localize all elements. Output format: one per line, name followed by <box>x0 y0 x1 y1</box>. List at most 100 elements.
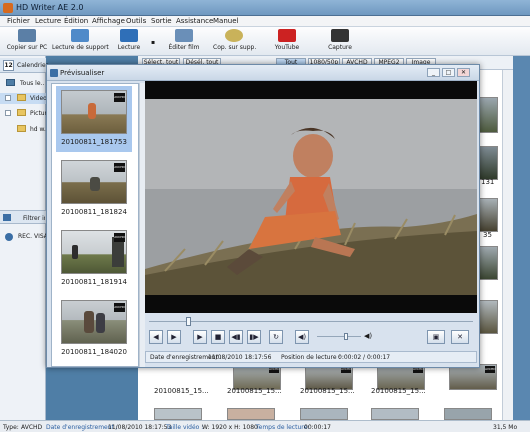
repeat-icon[interactable]: ↻ <box>269 330 283 344</box>
calendar-tab[interactable]: 12 Calendrier <box>0 58 48 73</box>
clip-thumbnail: AVCHD <box>61 230 127 274</box>
rec-visa-item[interactable]: REC. VISA <box>0 231 48 243</box>
menu-playback[interactable]: Lecture <box>35 17 61 25</box>
tree-item-video[interactable]: Video <box>0 93 46 104</box>
clip-item[interactable]: AVCHD 20100811_184020 <box>56 296 132 362</box>
window-title: HD Writer AE 2.0 <box>16 3 84 12</box>
step-back-icon[interactable]: ◀▮ <box>229 330 243 344</box>
menu-tools[interactable]: Outils <box>126 17 146 25</box>
thumbnail[interactable] <box>227 408 275 420</box>
clip-label: 20100811_181753 <box>61 138 127 146</box>
thumbnail[interactable] <box>371 408 419 420</box>
title-bar: HD Writer AE 2.0 <box>0 0 530 16</box>
playback-position-value: 0:00:02 / 0:00:17 <box>338 354 391 361</box>
avchd-badge: AVCHD <box>114 163 125 172</box>
next-icon[interactable]: ▶ <box>167 330 181 344</box>
preview-window: Prévisualiser _ □ ✕ AVCHD 20100811_18175… <box>46 64 480 368</box>
edit-film-button[interactable]: Éditer film <box>165 28 203 55</box>
folder-icon <box>17 125 26 132</box>
clip-item[interactable]: AVCHD 20100811_181753 <box>56 86 132 152</box>
stop-icon[interactable]: ■ <box>211 330 225 344</box>
calendar-icon: 12 <box>3 60 14 71</box>
step-forward-icon[interactable]: ▮▶ <box>247 330 261 344</box>
person-figure <box>72 245 78 259</box>
camera-icon <box>331 29 349 42</box>
volume-slider[interactable] <box>317 333 361 340</box>
avchd-badge: AVCHD <box>485 366 496 373</box>
seek-handle[interactable] <box>185 317 191 326</box>
volume-up-icon[interactable]: ◀) <box>364 332 372 340</box>
avchd-badge: AVCHD <box>114 303 125 312</box>
menu-output[interactable]: Sortie <box>151 17 172 25</box>
thumbnail[interactable] <box>444 408 492 420</box>
volume-handle[interactable] <box>343 333 348 340</box>
thumbnail-caption: 20100815_15... <box>300 387 355 395</box>
main-toolbar: Copier sur PC Lecture de support Lecture… <box>0 27 530 56</box>
clip-thumbnail: AVCHD <box>61 300 127 344</box>
thumbnail-caption: 20100815_15... <box>371 387 426 395</box>
clip-label: 20100811_181914 <box>61 278 127 286</box>
youtube-button[interactable]: YouTube <box>271 28 303 55</box>
tree-item-all[interactable]: Tous le... <box>0 78 46 89</box>
thumbnail-caption: 35 <box>483 231 492 239</box>
seek-track <box>149 321 473 322</box>
preview-clip-list: AVCHD 20100811_181753 AVCHD 20100811_181… <box>51 83 139 367</box>
thumbnail-caption: 20100815_15... <box>227 387 282 395</box>
time-value: 00:00:17 <box>304 424 331 431</box>
clip-thumbnail: AVCHD <box>61 90 127 134</box>
play-button[interactable]: Lecture <box>112 28 146 55</box>
file-size: 31,5 Mo <box>493 424 518 431</box>
grid-scrollbar[interactable] <box>502 70 513 420</box>
tree-item-pictures[interactable]: Pictur... <box>0 108 46 119</box>
playback-controls: ◀ ▶ ▶ ■ ◀▮ ▮▶ ↻ ◀) ◀) ▣ ✕ <box>145 327 477 347</box>
maximize-button[interactable]: □ <box>442 68 455 77</box>
preview-title: Prévisualiser <box>60 69 105 77</box>
preview-icon <box>50 69 58 77</box>
person-figure <box>84 311 94 333</box>
date-value: 11/08/2010 18:17:53 <box>108 424 172 431</box>
preview-info-bar: Date d'enregistrement : 11/08/2010 18:17… <box>145 351 477 363</box>
clip-item[interactable]: AVCHD 20100811_181914 <box>56 226 132 292</box>
clip-thumbnail: AVCHD <box>61 160 127 204</box>
size-label: Taille vidéo : <box>166 424 204 431</box>
thumbnail[interactable] <box>300 408 348 420</box>
minimize-button[interactable]: _ <box>427 68 440 77</box>
seek-bar[interactable] <box>145 317 477 326</box>
youtube-icon <box>278 29 296 42</box>
type-value: AVCHD <box>21 424 43 431</box>
menu-file[interactable]: Fichier <box>7 17 30 25</box>
menu-view[interactable]: Affichage <box>92 17 125 25</box>
folder-icon <box>17 94 26 101</box>
copy-to-media-button[interactable]: Cop. sur supp. <box>213 28 256 55</box>
snapshot-icon[interactable]: ▣ <box>427 330 445 344</box>
copy-to-pc-button[interactable]: Copier sur PC <box>4 28 50 55</box>
thumbnail-caption: 20100815_15... <box>154 387 209 395</box>
collapse-icon <box>3 214 11 221</box>
playback-position-label: Position de lecture : <box>281 354 341 361</box>
menu-edit[interactable]: Édition <box>64 17 88 25</box>
play-icon[interactable]: ▶ <box>193 330 207 344</box>
previous-icon[interactable]: ◀ <box>149 330 163 344</box>
expand-icon[interactable] <box>5 95 11 101</box>
thumbnail[interactable] <box>154 408 202 420</box>
close-player-icon[interactable]: ✕ <box>451 330 469 344</box>
volume-icon[interactable]: ◀) <box>295 330 309 344</box>
window-edge <box>513 56 530 420</box>
app-icon <box>3 3 13 13</box>
dropdown-arrow-icon[interactable]: ▪ <box>151 39 155 46</box>
expand-icon[interactable] <box>5 110 11 116</box>
status-bar: Type: AVCHD Date d'enregistrement : 11/0… <box>0 420 530 432</box>
rec-date-value: 11/08/2010 18:17:56 <box>208 354 272 361</box>
preview-title-bar[interactable]: Prévisualiser _ □ ✕ <box>47 65 479 81</box>
filter-images-header[interactable]: Filtrer imag... <box>0 210 46 224</box>
avchd-badge: AVCHD <box>114 93 125 102</box>
capture-button[interactable]: Capture <box>324 28 356 55</box>
menu-manual[interactable]: Manuel <box>213 17 238 25</box>
clip-item[interactable]: AVCHD 20100811_181824 <box>56 156 132 222</box>
menu-bar: Fichier Lecture Édition Affichage Outils… <box>0 16 530 27</box>
read-media-button[interactable]: Lecture de support <box>52 28 109 55</box>
tree-item-hdwriter[interactable]: hd w... <box>0 124 46 135</box>
close-button[interactable]: ✕ <box>457 68 470 77</box>
video-player[interactable] <box>145 81 477 313</box>
menu-support[interactable]: Assistance <box>176 17 213 25</box>
